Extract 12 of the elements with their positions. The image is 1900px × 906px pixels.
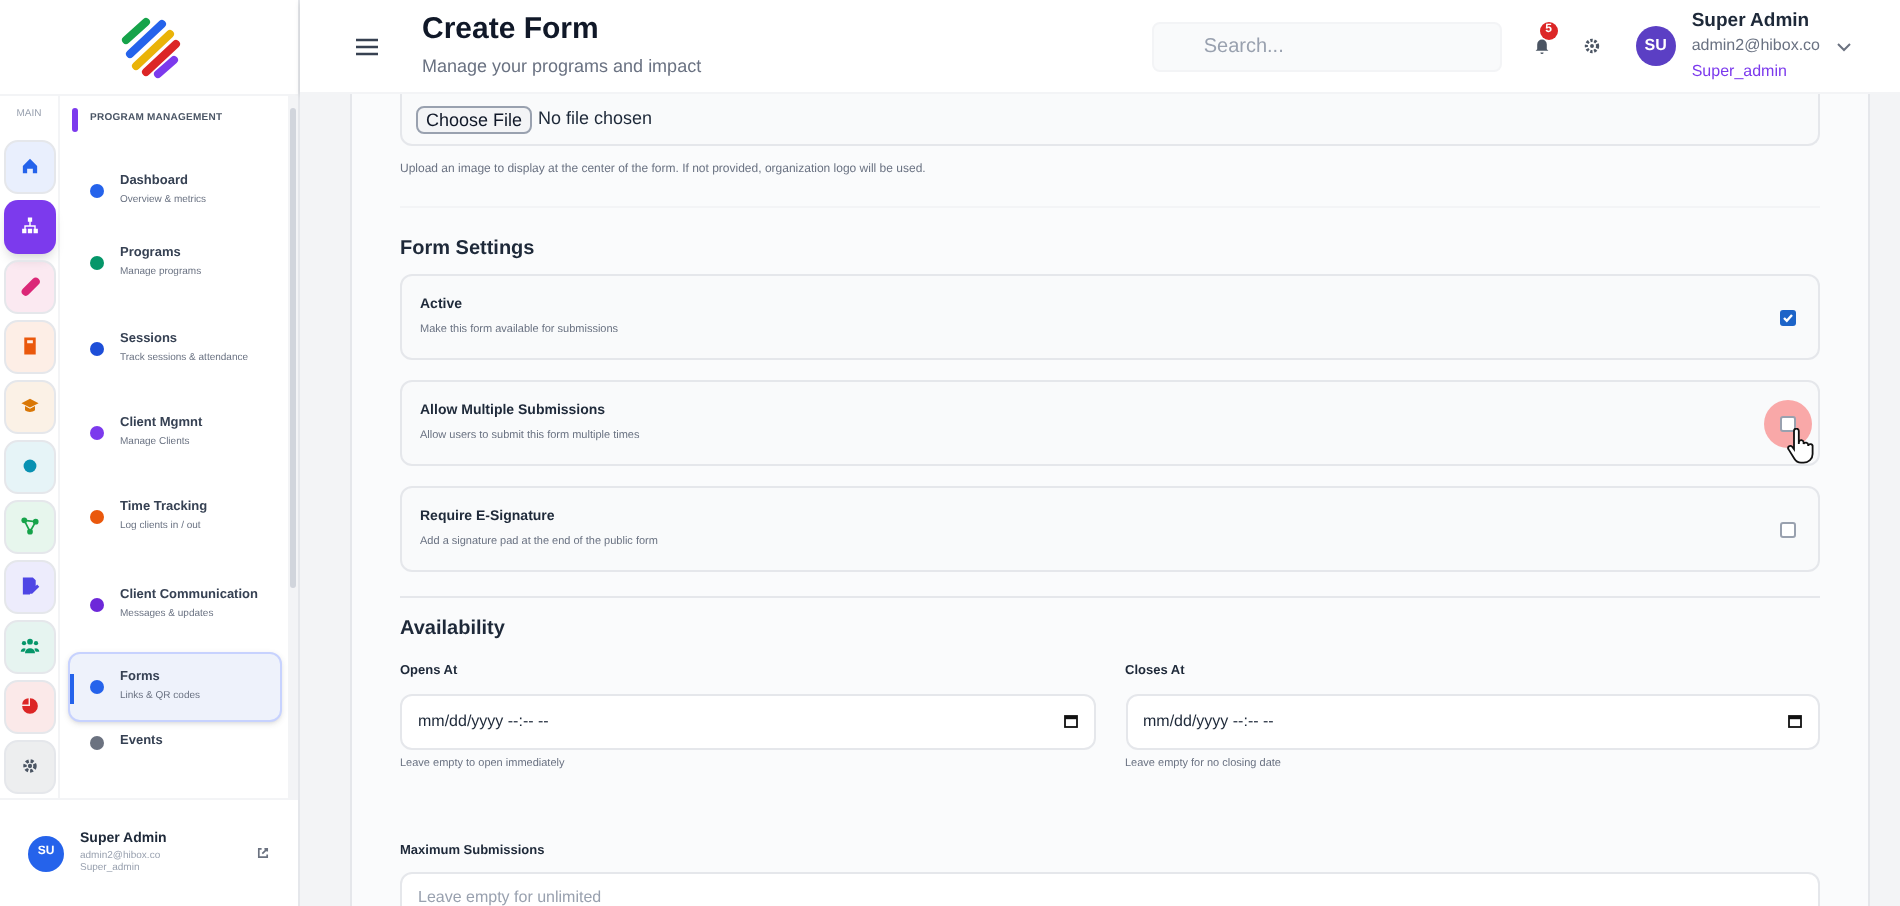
page-subtitle: Manage your programs and impact: [422, 53, 702, 80]
page-title: Create Form: [422, 11, 601, 50]
date-field[interactable]: mm/dd/yyyy --:-- --: [400, 693, 1095, 750]
user-role: Super_admin: [1691, 61, 1789, 82]
avatar[interactable]: SU: [1635, 26, 1676, 66]
section-heading: Form Settings: [400, 236, 537, 264]
choose-file-button[interactable]: Choose File: [416, 105, 533, 133]
user-name: Super Admin: [1691, 10, 1812, 34]
section-heading: Availability: [400, 616, 507, 644]
user-email: admin2@hibox.co: [1691, 35, 1820, 56]
file-status: No file chosen: [538, 105, 653, 132]
date-field[interactable]: mm/dd/yyyy --:-- --: [1125, 693, 1820, 750]
